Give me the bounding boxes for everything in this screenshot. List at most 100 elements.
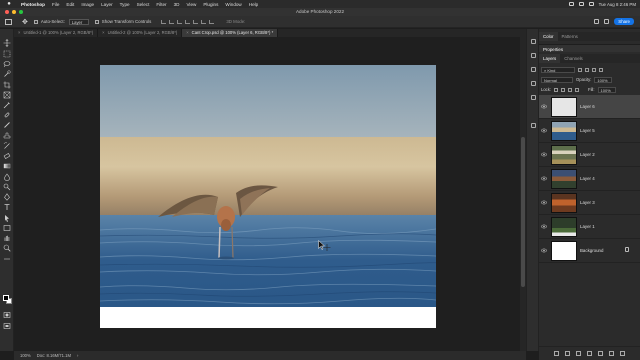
new-layer-icon[interactable] [609,351,614,356]
adjustments-icon[interactable] [531,53,536,58]
layer-row-layer-3[interactable]: Layer 3 [539,191,640,215]
brushes-icon[interactable] [531,81,536,86]
filter-type-icon[interactable] [592,67,596,72]
menu-view[interactable]: View [186,2,196,7]
brush-tool-icon[interactable] [3,121,11,129]
link-layers-icon[interactable] [554,351,559,356]
menu-3d[interactable]: 3D [174,2,180,7]
canvas-area[interactable] [14,37,520,351]
visibility-eye-icon[interactable] [541,152,547,157]
marquee-tool-icon[interactable] [3,50,11,58]
scrollbar-thumb[interactable] [521,137,525,287]
eyedropper-tool-icon[interactable] [3,101,11,109]
align-middle-icon[interactable] [193,19,199,24]
show-transform-checkbox[interactable] [94,19,99,24]
dodge-tool-icon[interactable] [3,183,11,191]
close-tab-icon[interactable]: × [186,29,188,37]
menu-edit[interactable]: Edit [66,2,74,7]
visibility-eye-icon[interactable] [541,104,547,109]
visibility-eye-icon[interactable] [541,128,547,133]
filter-shape-icon[interactable] [599,67,603,72]
layer-name[interactable]: Layer 6 [580,104,595,109]
tab-layers[interactable]: Layers [539,54,561,63]
layer-name[interactable]: Layer 5 [580,128,595,133]
menu-photoshop[interactable]: Photoshop [21,2,45,7]
chevron-right-icon[interactable]: › [77,351,78,360]
doc-size[interactable]: Doc: 8.16M/71.1M [37,351,71,360]
battery-icon[interactable] [568,2,574,6]
lock-icon[interactable] [625,247,629,252]
menu-file[interactable]: File [52,2,59,7]
layer-name[interactable]: Layer 2 [580,152,595,157]
tab-color[interactable]: Color [539,32,558,41]
move-tool-icon[interactable] [3,39,11,47]
home-icon[interactable] [5,18,12,25]
quick-selection-tool-icon[interactable] [3,70,11,78]
lasso-tool-icon[interactable] [3,60,11,68]
auto-select-checkbox[interactable] [33,19,38,24]
tab-untitled-2[interactable]: × Untitled-2 @ 100% (Layer 2, RGB/8*) [98,29,183,37]
layer-name[interactable]: Layer 4 [580,176,595,181]
hand-tool-icon[interactable] [3,234,11,242]
menu-type[interactable]: Type [120,2,130,7]
healing-brush-tool-icon[interactable] [3,111,11,119]
blur-tool-icon[interactable] [3,173,11,181]
screen-mode-icon[interactable] [3,322,11,330]
menu-help[interactable]: Help [249,2,258,7]
zoom-level[interactable]: 100% [20,351,31,360]
pen-tool-icon[interactable] [3,193,11,201]
layer-name[interactable]: Layer 3 [580,200,595,205]
menu-layer[interactable]: Layer [101,2,113,7]
filter-pixel-icon[interactable] [578,67,582,72]
menu-image[interactable]: Image [81,2,94,7]
layer-row-layer-1[interactable]: Layer 1 [539,215,640,239]
visibility-eye-icon[interactable] [541,176,547,181]
apple-icon[interactable]: ● [4,1,14,7]
tab-patterns[interactable]: Patterns [558,32,582,41]
search-icon[interactable] [594,19,600,24]
auto-select-dropdown[interactable]: Layer [68,18,89,25]
align-bottom-icon[interactable] [201,19,207,24]
align-left-icon[interactable] [161,19,167,24]
layer-row-background[interactable]: Background [539,239,640,263]
clock[interactable]: Tue Aug 8 2:46 PM [599,2,636,7]
tab-channels[interactable]: Channels [560,54,587,63]
crop-tool-icon[interactable] [3,81,11,89]
zoom-tool-icon[interactable] [3,244,11,252]
align-center-icon[interactable] [169,19,175,24]
control-center-icon[interactable] [588,2,594,6]
visibility-eye-icon[interactable] [541,248,547,253]
visibility-eye-icon[interactable] [541,224,547,229]
photo-layer[interactable] [100,65,436,307]
align-right-icon[interactable] [177,19,183,24]
path-selection-tool-icon[interactable] [3,214,11,222]
share-button[interactable]: Share [614,18,634,25]
layer-row-layer-4[interactable]: Layer 4 [539,167,640,191]
eraser-tool-icon[interactable] [3,152,11,160]
more-tools-icon[interactable] [3,255,11,263]
lock-transparent-icon[interactable] [554,87,559,92]
menu-plugins[interactable]: Plugins [203,2,218,7]
opacity-field[interactable]: 100% [594,76,613,83]
layer-row-layer-6[interactable]: Layer 6 [539,95,640,119]
wifi-icon[interactable] [578,2,584,6]
layer-name[interactable]: Layer 1 [580,224,595,229]
libraries-icon[interactable] [531,67,536,72]
lock-all-icon[interactable] [575,87,580,92]
layer-name[interactable]: Background [580,248,603,253]
quick-mask-icon[interactable] [3,311,11,319]
clone-stamp-tool-icon[interactable] [3,132,11,140]
history-brush-tool-icon[interactable] [3,142,11,150]
fill-field[interactable]: 100% [597,86,616,93]
tab-properties[interactable]: Properties [539,47,567,52]
menu-select[interactable]: Select [137,2,150,7]
close-tab-icon[interactable]: × [102,29,104,37]
frame-tool-icon[interactable] [3,91,11,99]
swatches-icon[interactable] [531,95,536,100]
gradient-tool-icon[interactable] [3,162,11,170]
rectangle-tool-icon[interactable] [3,224,11,232]
distribute-icon[interactable] [209,19,215,24]
history-icon[interactable] [531,39,536,44]
move-tool-icon[interactable]: ✥ [22,18,28,26]
add-mask-icon[interactable] [576,351,581,356]
